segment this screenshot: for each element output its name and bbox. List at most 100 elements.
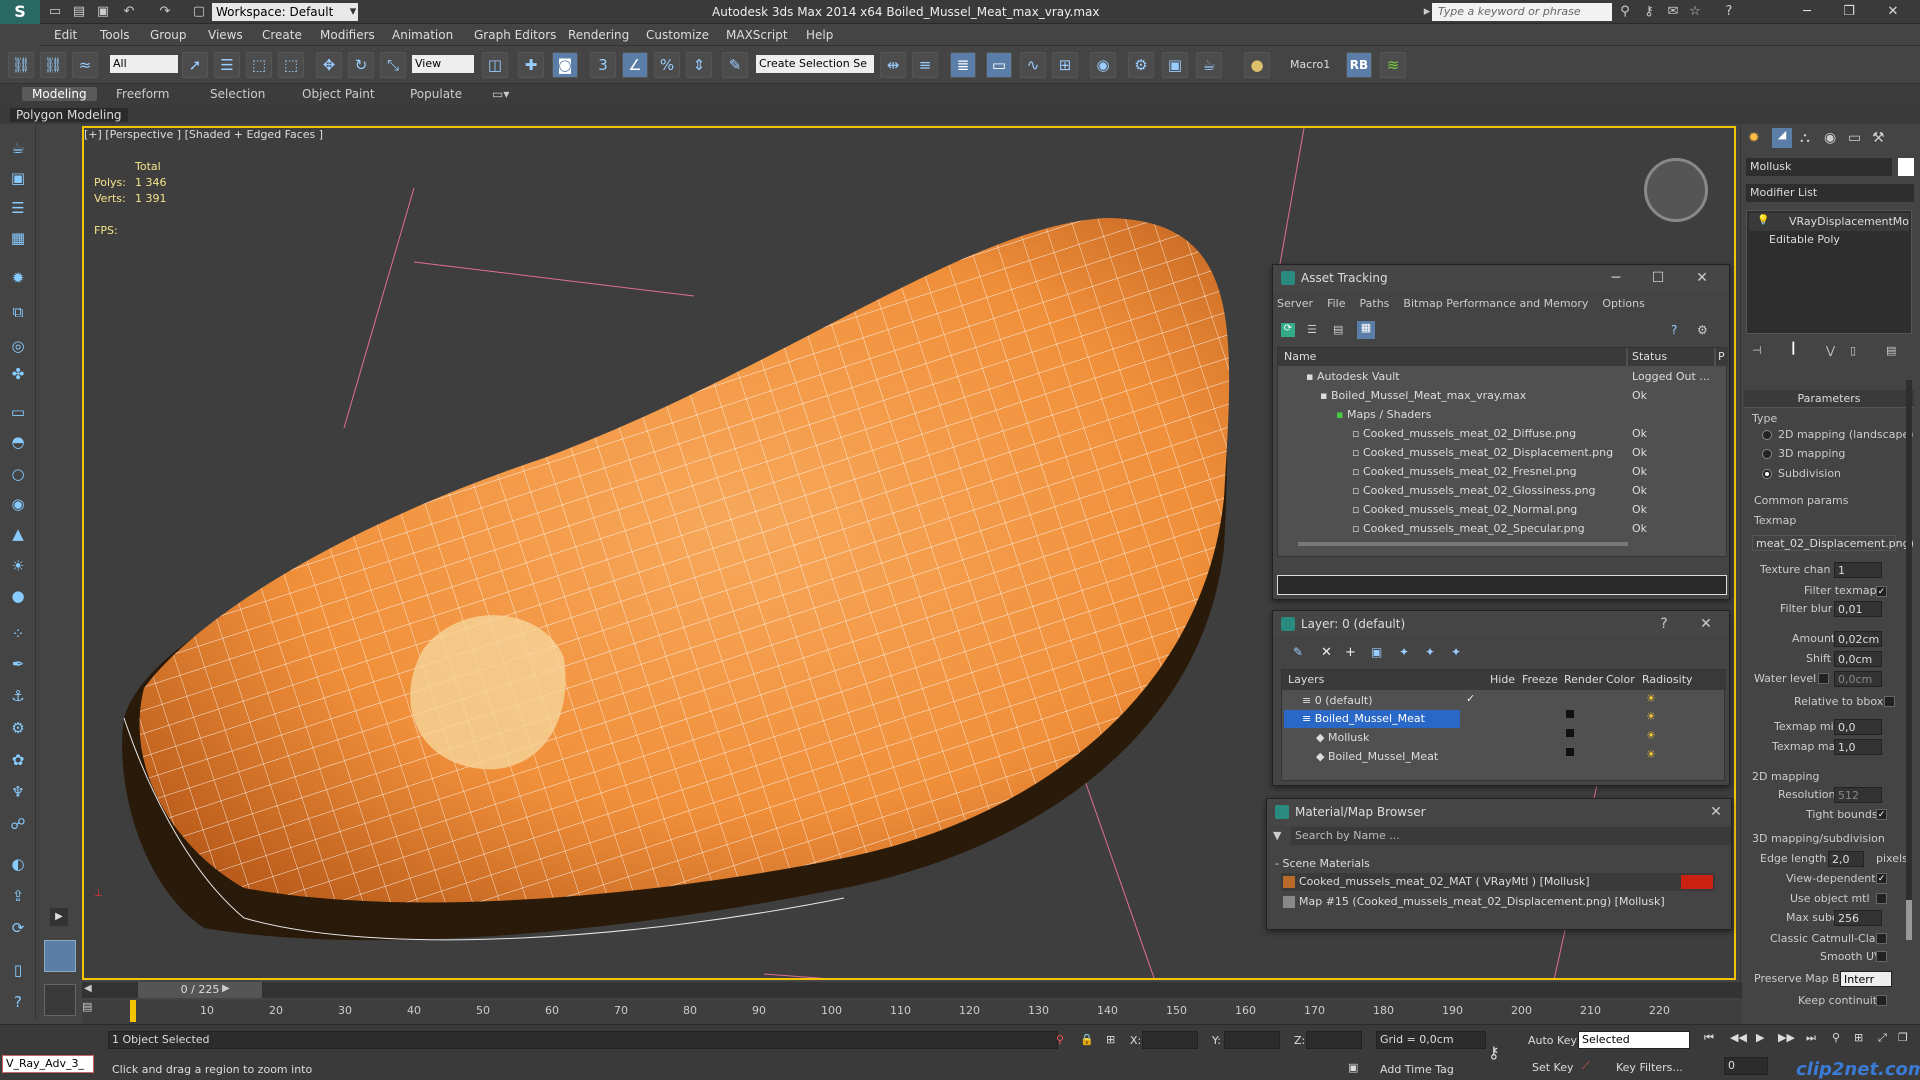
material-search-input[interactable]: Search by Name ... [1291,827,1731,845]
remove-modifier-icon[interactable]: ▯ [1850,344,1856,357]
create-layer-icon[interactable]: ✎ [1293,645,1303,659]
menu-modifiers[interactable]: Modifiers [320,28,375,42]
select-in-layer-icon[interactable]: ▣ [1371,645,1382,659]
resolution-input[interactable]: 512 [1834,787,1882,803]
app-logo-icon[interactable]: S [0,0,40,24]
render-setup-icon[interactable]: ⚙ [1128,52,1154,78]
camera-icon[interactable]: ⧉ [8,302,28,322]
sphere-icon[interactable]: ○ [8,464,28,484]
configure-modifier-sets-icon[interactable]: ▤ [1886,344,1896,357]
detail-view-icon[interactable]: ▤ [1333,323,1347,337]
list-view-icon[interactable]: ☰ [1307,323,1321,337]
texmap-button[interactable]: meat_02_Displacement.png) [1752,535,1914,551]
col-color[interactable]: Color [1606,671,1635,689]
filter-texmap-checkbox[interactable]: ✓ [1876,586,1887,597]
expand-arrow-icon[interactable]: ▶ [50,908,68,926]
scene-materials-section[interactable]: - Scene Materials [1275,855,1370,873]
menu-paths[interactable]: Paths [1360,297,1390,310]
color-swatch[interactable] [1566,710,1574,718]
object-name-input[interactable]: Mollusk [1746,158,1892,176]
horizontal-scrollbar[interactable] [1298,542,1628,546]
menu-edit[interactable]: Edit [54,28,77,42]
project-folder-icon[interactable]: ▢ [190,3,208,21]
texture-chan-input[interactable]: 1 [1834,562,1882,578]
rig-icon[interactable]: ☍ [8,814,28,834]
radiosity-icon[interactable]: ☀ [1646,710,1656,723]
close-button[interactable]: ✕ [1693,269,1711,287]
keyword-search-input[interactable]: Type a keyword or phrase [1432,3,1612,21]
menu-graph-editors[interactable]: Graph Editors [474,28,556,42]
water-level-checkbox[interactable] [1818,673,1829,684]
next-frame-icon[interactable]: ▶ [222,983,230,994]
rendered-frame-window-icon[interactable]: ▣ [1162,52,1188,78]
add-to-layer-icon[interactable]: + [1345,645,1356,660]
set-keys-icon[interactable]: ⟋ [1582,1059,1590,1073]
motion-tab-icon[interactable]: ◉ [1824,130,1836,146]
named-selection-set-dropdown[interactable]: Create Selection Se [756,55,874,73]
spinner-snap-icon[interactable]: ⇕ [686,52,712,78]
play-icon[interactable]: ▶ [1756,1031,1764,1044]
tree-item-vault[interactable]: ▪ Autodesk Vault [1306,368,1400,386]
sun-icon[interactable]: ☀ [8,556,28,576]
gear-icon[interactable]: ⚙ [8,718,28,738]
stack-item-vray-displacement[interactable]: VRayDisplacementMod [1749,213,1909,231]
set-key-button[interactable]: Set Key [1532,1061,1574,1074]
auto-key-button[interactable]: Auto Key [1528,1034,1577,1047]
next-key-icon[interactable]: ▶▶ [1778,1031,1795,1044]
texmap-min-input[interactable]: 0,0 [1834,719,1882,735]
layer-list-icon[interactable]: ☰ [8,198,28,218]
modifier-list-dropdown[interactable]: Modifier List [1746,184,1914,202]
y-coordinate-input[interactable] [1224,1031,1280,1049]
preserve-map-dropdown[interactable]: Interr [1840,971,1892,987]
render-production-icon[interactable]: ☕ [1196,52,1222,78]
spline-icon[interactable]: ✒ [8,654,28,674]
go-to-start-icon[interactable]: ⏮ [1704,1031,1714,1045]
light-icon[interactable]: ✹ [8,268,28,288]
track-bar[interactable]: ▤ 10 20 30 40 50 60 70 80 90 100 110 120 130 140 150 16… [82,1000,1742,1024]
tree-item-maps-shaders[interactable]: ▪ Maps / Shaders [1336,406,1431,424]
radiosity-icon[interactable]: ☀ [1646,729,1656,742]
key-icon[interactable]: ⚷ [1488,1043,1500,1062]
col-layers[interactable]: Layers [1288,671,1324,689]
view-dependent-checkbox[interactable]: ✓ [1876,873,1887,884]
table-view-icon[interactable]: ▦ [1357,321,1375,339]
column-p[interactable]: P [1716,348,1728,366]
object-color-swatch[interactable] [1898,158,1914,176]
close-button[interactable]: ✕ [1878,2,1908,22]
layer-row-default[interactable]: ≡ 0 (default) [1302,692,1373,710]
material-editor-icon[interactable]: ◉ [1090,52,1116,78]
minimize-button[interactable]: ─ [1607,269,1625,287]
column-name[interactable]: Name [1278,348,1626,366]
mini-curve-editor-icon[interactable]: ▤ [82,1000,98,1020]
viewport-label[interactable]: [+] [Perspective ] [Shaded + Edged Faces… [84,128,323,141]
amount-input[interactable]: 0,02cm [1834,631,1882,647]
selection-lock-icon[interactable]: 🔒 [1080,1033,1094,1046]
zoom-icon[interactable]: ⚲ [1832,1031,1840,1044]
shift-input[interactable]: 0,0cm [1834,651,1882,667]
parameters-rollout[interactable]: Parameters [1744,390,1914,408]
radio-3d-mapping[interactable] [1762,449,1772,459]
chevron-down-icon[interactable]: ▾ [344,3,362,21]
keep-continuity-checkbox[interactable] [1876,995,1887,1006]
scale-icon[interactable]: ⤡ [380,52,406,78]
export-icon[interactable]: ⇪ [8,886,28,906]
tab-object-paint[interactable]: Object Paint [292,87,385,101]
tab-selection[interactable]: Selection [200,87,275,101]
texmap-max-input[interactable]: 1,0 [1834,739,1882,755]
time-slider-thumb[interactable]: 0 / 225 [138,982,262,998]
tab-modeling[interactable]: Modeling [22,87,97,101]
stack-item-editable-poly[interactable]: Editable Poly [1749,231,1909,249]
rectangular-selection-icon[interactable]: ⬚ [246,52,272,78]
reference-coordinate-dropdown[interactable]: View [412,55,474,73]
menu-file[interactable]: File [1327,297,1345,310]
physical-camera-icon[interactable]: ◎ [8,336,28,356]
time-slider[interactable]: ◀ 0 / 225 ▶ [82,982,1742,998]
radio-2d-mapping[interactable] [1762,430,1772,440]
show-end-result-icon[interactable]: ┃ [1790,342,1797,355]
zoom-all-icon[interactable]: ⊞ [1854,1031,1863,1044]
select-by-name-icon[interactable]: ☰ [214,52,240,78]
stack-layers-icon[interactable]: ≋ [1380,52,1406,78]
current-layer-check-icon[interactable]: ✓ [1466,692,1475,705]
curve-editor-icon[interactable]: ∿ [1020,52,1046,78]
max-subdivs-input[interactable]: 256 [1834,910,1882,926]
